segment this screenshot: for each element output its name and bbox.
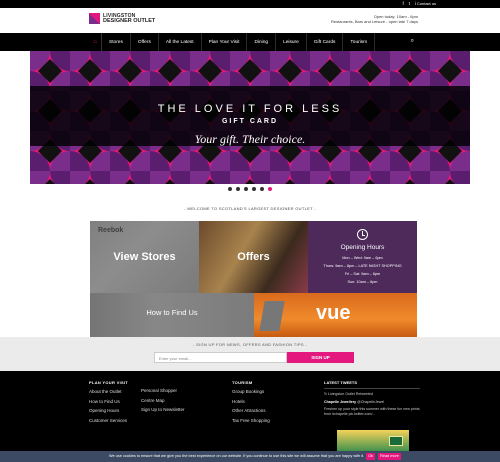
view-stores-label: View Stores <box>113 251 176 263</box>
footer-link[interactable]: Group Bookings <box>232 389 270 394</box>
social-links: f t i <box>402 1 416 6</box>
footer-link[interactable]: Sign Up to Newsletter <box>141 407 185 412</box>
carousel-dot[interactable] <box>244 187 248 191</box>
cinema-sign-graphic <box>259 301 285 331</box>
carousel-dots <box>0 187 500 191</box>
footer-link[interactable]: Tax Free Shopping <box>232 418 270 423</box>
offers-label: Offers <box>237 251 270 263</box>
top-bar: f t i Contact us <box>0 0 500 8</box>
instagram-icon[interactable]: i <box>415 1 416 6</box>
hours-line: Mon – Wed: 9am – 6pm <box>342 256 383 260</box>
footer-col-services: Personal Shopper Centre Map Sign Up to N… <box>141 388 185 417</box>
offers-tile[interactable]: Offers <box>199 221 308 293</box>
site-logo[interactable]: LIVINGSTON DESIGNER OUTLET <box>89 13 155 24</box>
site-header: LIVINGSTON DESIGNER OUTLET Open today: 1… <box>0 8 500 33</box>
opening-hours-title: Opening Hours <box>340 244 385 251</box>
opening-today: Open today: 10am - 6pm Restaurants, Bars… <box>331 14 418 24</box>
search-icon[interactable]: ⌕ <box>411 38 414 45</box>
footer-link[interactable]: Customer Services <box>89 418 128 423</box>
hero-title: THE LOVE IT FOR LESS <box>157 103 343 115</box>
footer-link[interactable]: How to Find Us <box>89 399 128 404</box>
opening-late-note: Restaurants, Bars and Leisure - open lat… <box>331 19 418 24</box>
footer-col-plan-your-visit: PLAN YOUR VISIT About the Outlet How to … <box>89 380 128 427</box>
logo-mark-icon <box>89 13 100 24</box>
nav-item-all-the-latest[interactable]: All the Latest <box>159 33 202 51</box>
nav-item-dining[interactable]: Dining <box>247 33 277 51</box>
carousel-dot[interactable] <box>228 187 232 191</box>
footer-link[interactable]: Personal Shopper <box>141 388 185 393</box>
hours-line: Fri – Sat: 9am – 6pm <box>344 272 381 276</box>
email-input[interactable]: Enter your email... <box>154 352 287 363</box>
nav-item-plan-your-visit[interactable]: Plan Your Visit <box>202 33 248 51</box>
cookie-text: We use cookies to ensure that we give yo… <box>109 454 365 458</box>
cookie-bar: We use cookies to ensure that we give yo… <box>0 451 500 462</box>
newsletter-signup: - SIGN UP FOR NEWS, OFFERS AND FASHION T… <box>0 337 500 371</box>
carousel-dot[interactable] <box>252 187 256 191</box>
welcome-caption: - WELCOME TO SCOTLAND'S LARGEST DESIGNER… <box>184 206 316 211</box>
contact-link[interactable]: Contact us <box>417 1 436 6</box>
hours-line: Thurs: 9am – 8pm – LATE NIGHT SHOPPING <box>323 264 402 268</box>
hero-tagline: Your gift. Their choice. <box>194 132 306 146</box>
vue-logo-text: vue <box>316 302 351 324</box>
tweets-heading: LATEST TWEETS <box>324 380 420 389</box>
opening-hours-tile[interactable]: Opening Hours Mon – Wed: 9am – 6pm Thurs… <box>308 221 417 293</box>
nav-item-offers[interactable]: Offers <box>131 33 159 51</box>
hero-subtitle: GIFT CARD <box>221 118 279 125</box>
retweet-note: ↻ Livingston Outlet Retweeted <box>324 392 373 396</box>
home-icon[interactable]: ⌂ <box>89 33 102 51</box>
footer-link[interactable]: Hotels <box>232 399 270 404</box>
nav-item-stores[interactable]: Stores <box>102 33 131 51</box>
hours-line: Sun: 10am – 6pm <box>347 280 378 284</box>
logo-line2: DESIGNER OUTLET <box>103 17 156 24</box>
tweet-image-sign <box>389 436 403 446</box>
footer-link[interactable]: Centre Map <box>141 398 185 403</box>
clock-icon <box>357 229 368 240</box>
twitter-icon[interactable]: t <box>409 1 410 6</box>
footer-heading: PLAN YOUR VISIT <box>89 380 129 385</box>
cookie-read-more-button[interactable]: Read more <box>378 453 401 460</box>
footer-link[interactable]: Opening Hours <box>89 408 128 413</box>
footer-col-tourism: TOURISM Group Bookings Hotels Other Attr… <box>232 380 270 427</box>
nav-item-leisure[interactable]: Leisure <box>276 33 307 51</box>
facebook-icon[interactable]: f <box>402 1 403 6</box>
carousel-dot-active[interactable] <box>268 187 272 191</box>
footer-link[interactable]: About the Outlet <box>89 389 128 394</box>
vue-cinema-tile[interactable]: vue <box>254 293 417 337</box>
main-nav: ⌂ Stores Offers All the Latest Plan Your… <box>0 33 500 51</box>
view-stores-tile[interactable]: Reebok View Stores <box>90 221 199 293</box>
tweet-author[interactable]: Chapelle Jewellery @ChapelleJewel <box>324 400 420 405</box>
tweet-text: Freshen up your style this summer with t… <box>324 407 420 416</box>
how-to-find-us-label: How to Find Us <box>146 308 198 317</box>
site-footer: PLAN YOUR VISIT About the Outlet How to … <box>0 371 500 462</box>
latest-tweets: LATEST TWEETS ↻ Livingston Outlet Retwee… <box>324 380 420 462</box>
signup-caption: - SIGN UP FOR NEWS, OFFERS AND FASHION T… <box>193 342 307 347</box>
carousel-dot[interactable] <box>236 187 240 191</box>
footer-heading: TOURISM <box>232 380 253 385</box>
how-to-find-us-tile[interactable]: How to Find Us <box>90 293 254 337</box>
signup-button[interactable]: SIGN UP <box>287 352 354 363</box>
cookie-ok-button[interactable]: Ok <box>366 453 375 460</box>
nav-item-tourism[interactable]: Tourism <box>343 33 376 51</box>
nav-item-gift-cards[interactable]: Gift Cards <box>307 33 344 51</box>
footer-link[interactable]: Other Attractions <box>232 408 270 413</box>
carousel-dot[interactable] <box>260 187 264 191</box>
